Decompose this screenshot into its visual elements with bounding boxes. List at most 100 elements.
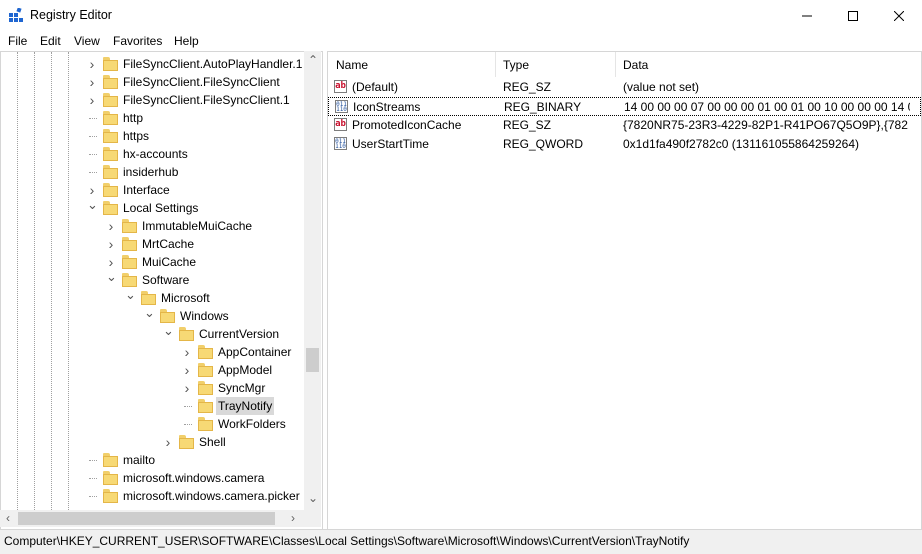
expand-chevron-icon[interactable]: › [87, 55, 97, 73]
vertical-scroll-thumb[interactable] [306, 348, 319, 372]
expand-chevron-icon[interactable]: › [106, 235, 116, 253]
tree-guide-line [89, 460, 97, 461]
menu-bar: File Edit View Favorites Help [0, 31, 922, 51]
folder-icon [198, 363, 213, 377]
tree-item-label: microsoft.windows.camera.picker [123, 489, 300, 503]
expand-chevron-icon[interactable]: › [182, 361, 192, 379]
tree-item-label: FileSyncClient.AutoPlayHandler.1 [123, 57, 303, 71]
tree-item[interactable]: microsoft.windows.camera.picker [1, 487, 305, 505]
tree-item[interactable]: › Interface [1, 181, 305, 199]
tree-item[interactable]: › AppModel [1, 361, 305, 379]
collapse-chevron-icon[interactable]: ⌄ [87, 198, 98, 217]
collapse-chevron-icon[interactable]: ⌄ [144, 306, 155, 325]
tree-item[interactable]: › MuiCache [1, 253, 305, 271]
column-header-type[interactable]: Type [503, 58, 529, 72]
tree-item[interactable]: TrayNotify [1, 397, 305, 415]
binary-value-icon: 011 110 [335, 100, 348, 113]
value-name: UserStartTime [352, 137, 429, 151]
tree-item[interactable]: ⌄ Windows [1, 306, 305, 325]
value-row[interactable]: 011 110 UserStartTime REG_QWORD 0x1d1fa49… [328, 135, 921, 154]
tree-item[interactable]: › Shell [1, 433, 305, 451]
tree-item[interactable]: http [1, 109, 305, 127]
menu-help[interactable]: Help [174, 34, 199, 48]
tree-item[interactable]: › AppContainer [1, 343, 305, 361]
tree-item[interactable]: hx-accounts [1, 145, 305, 163]
value-data: 14 00 00 00 07 00 00 00 01 00 01 00 10 0… [624, 100, 910, 114]
scroll-up-icon[interactable]: ⌃ [308, 53, 318, 67]
tree-item[interactable]: insiderhub [1, 163, 305, 181]
tree-item[interactable]: mailto [1, 451, 305, 469]
tree-item[interactable]: WorkFolders [1, 415, 305, 433]
close-button[interactable] [876, 0, 922, 31]
tree-item[interactable]: › MrtCache [1, 235, 305, 253]
folder-icon [103, 93, 118, 107]
menu-favorites[interactable]: Favorites [113, 34, 162, 48]
tree-item[interactable]: › ImmutableMuiCache [1, 217, 305, 235]
tree-item[interactable]: › FileSyncClient.FileSyncClient.1 [1, 91, 305, 109]
tree-item[interactable]: ⌄ Software [1, 270, 305, 289]
folder-icon [179, 435, 194, 449]
collapse-chevron-icon[interactable]: ⌄ [125, 288, 136, 307]
folder-icon [198, 417, 213, 431]
expand-chevron-icon[interactable]: › [163, 433, 173, 451]
scroll-down-icon[interactable]: ⌄ [308, 491, 318, 505]
tree-item-label: Interface [123, 183, 170, 197]
tree-item[interactable]: › FileSyncClient.AutoPlayHandler.1 [1, 55, 305, 73]
value-row[interactable]: ab PromotedIconCache REG_SZ {7820NR75-23… [328, 116, 921, 135]
tree-item-label: Software [142, 273, 190, 287]
folder-icon [122, 237, 137, 251]
tree-guide-line [184, 406, 192, 407]
tree-vertical-scrollbar[interactable]: ⌃ ⌄ [304, 51, 321, 510]
column-header-data[interactable]: Data [623, 58, 648, 72]
tree-guide-line [184, 424, 192, 425]
value-name: IconStreams [353, 100, 421, 114]
tree-item[interactable]: ⌄ Local Settings [1, 198, 305, 217]
tree-horizontal-scrollbar[interactable]: ‹ › [0, 510, 321, 527]
scroll-left-icon[interactable]: ‹ [6, 511, 10, 525]
expand-chevron-icon[interactable]: › [87, 73, 97, 91]
column-header-name[interactable]: Name [336, 58, 368, 72]
value-row-selected[interactable]: 011 110 IconStreams REG_BINARY 14 00 00 0… [328, 97, 921, 116]
expand-chevron-icon[interactable]: › [106, 217, 116, 235]
horizontal-scroll-thumb[interactable] [18, 512, 275, 525]
tree-item-label: AppModel [218, 363, 273, 377]
column-divider[interactable] [615, 52, 616, 77]
tree-item-label: microsoft.windows.camera [123, 471, 265, 485]
binary-value-icon: 011 110 [334, 137, 347, 150]
expand-chevron-icon[interactable]: › [87, 91, 97, 109]
expand-chevron-icon[interactable]: › [182, 343, 192, 361]
tree-guide-line [89, 496, 97, 497]
minimize-icon [802, 15, 812, 16]
tree-item-label: Local Settings [123, 201, 199, 215]
maximize-button[interactable] [830, 0, 876, 31]
tree-item-label: mailto [123, 453, 156, 467]
collapse-chevron-icon[interactable]: ⌄ [163, 324, 174, 343]
tree-item[interactable]: › SyncMgr [1, 379, 305, 397]
tree-item-label: https [123, 129, 150, 143]
tree-item[interactable]: ⌄ CurrentVersion [1, 324, 305, 343]
menu-edit[interactable]: Edit [40, 34, 61, 48]
expand-chevron-icon[interactable]: › [182, 379, 192, 397]
column-divider[interactable] [495, 52, 496, 77]
menu-file[interactable]: File [8, 34, 27, 48]
folder-icon [103, 471, 118, 485]
tree-item[interactable]: microsoft.windows.camera [1, 469, 305, 487]
value-row[interactable]: ab (Default) REG_SZ (value not set) [328, 78, 921, 97]
value-data: (value not set) [623, 80, 700, 94]
tree-item-label: WorkFolders [218, 417, 286, 431]
status-bar: Computer\HKEY_CURRENT_USER\SOFTWARE\Clas… [0, 529, 922, 554]
scroll-right-icon[interactable]: › [291, 511, 295, 525]
value-data: 0x1d1fa490f2782c0 (131161055864259264) [623, 137, 859, 151]
folder-icon [179, 327, 194, 341]
collapse-chevron-icon[interactable]: ⌄ [106, 270, 117, 289]
registry-tree[interactable]: › FileSyncClient.AutoPlayHandler.1 › FileSy… [0, 51, 323, 531]
tree-item[interactable]: › FileSyncClient.FileSyncClient [1, 73, 305, 91]
registry-values-list[interactable]: Name Type Data ab (Default) REG_SZ (valu… [327, 51, 922, 531]
value-type: REG_SZ [503, 80, 552, 94]
tree-connector [87, 109, 97, 127]
tree-connector [87, 487, 97, 505]
value-data: {7820NR75-23R3-4229-82P1-R41PO67Q5O9P},{… [623, 118, 909, 132]
minimize-button[interactable] [784, 0, 830, 31]
menu-view[interactable]: View [74, 34, 100, 48]
tree-item[interactable]: https [1, 127, 305, 145]
